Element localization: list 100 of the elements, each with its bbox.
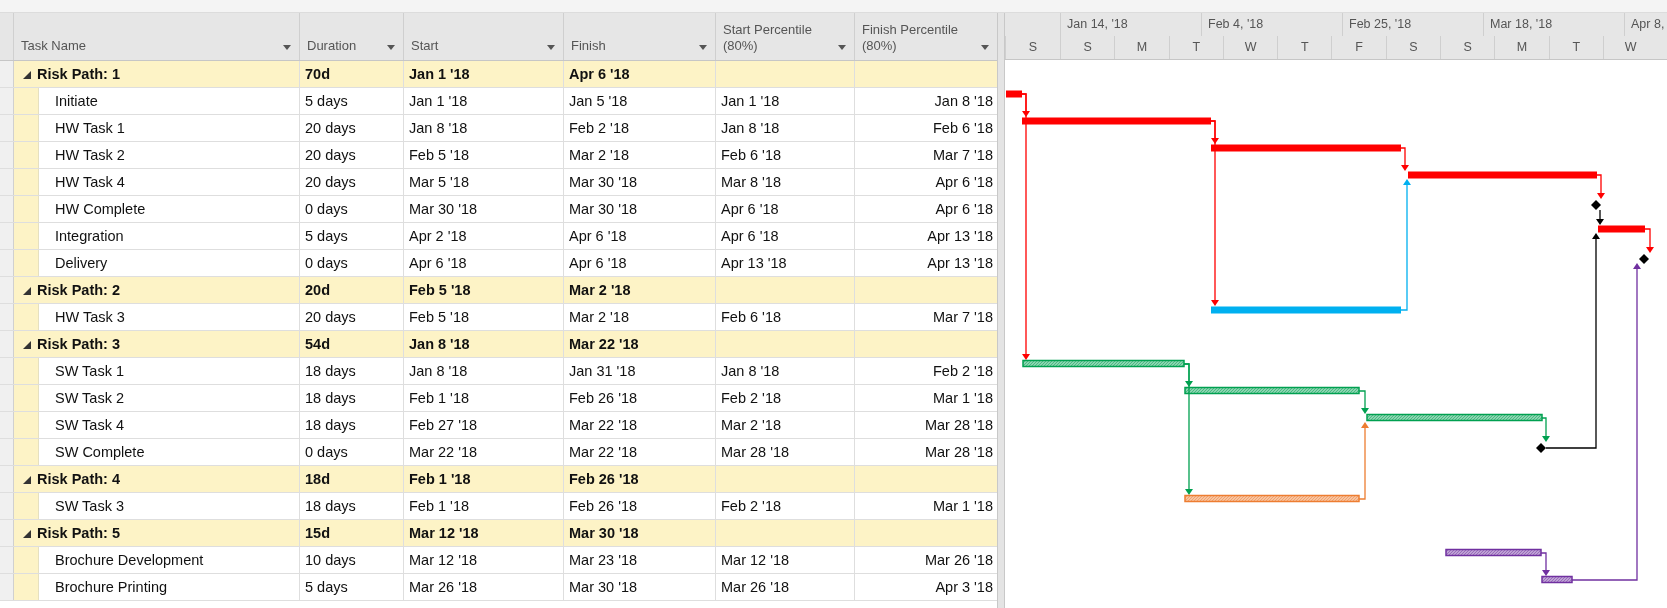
- task-row[interactable]: Brochure Development 10 days Mar 12 '18 Mar 23 '18 Mar 12 '18 Mar 26 '18: [0, 547, 997, 574]
- task-bar[interactable]: [1541, 575, 1573, 584]
- row-header[interactable]: [0, 115, 14, 141]
- column-header[interactable]: Duration: [300, 13, 404, 60]
- task-name: SW Task 2: [55, 390, 125, 406]
- row-header[interactable]: [0, 250, 14, 276]
- task-row[interactable]: SW Task 4 18 days Feb 27 '18 Mar 22 '18 Mar 2 '18 Mar 28 '18: [0, 412, 997, 439]
- summary-row[interactable]: Risk Path: 5 15d Mar 12 '18 Mar 30 '18: [0, 520, 997, 547]
- task-row[interactable]: Delivery 0 days Apr 6 '18 Apr 6 '18 Apr 13 '18 Apr 13 '18: [0, 250, 997, 277]
- row-header[interactable]: [0, 142, 14, 168]
- table-cell: 70d: [300, 61, 404, 87]
- task-row[interactable]: Initiate 5 days Jan 1 '18 Jan 5 '18 Jan 1 '18 Jan 8 '18: [0, 88, 997, 115]
- summary-row[interactable]: Risk Path: 4 18d Feb 1 '18 Feb 26 '18: [0, 466, 997, 493]
- table-cell: Feb 26 '18: [564, 493, 716, 519]
- timescale-day: F: [1331, 36, 1386, 59]
- dependency-arrow: [1644, 228, 1654, 253]
- task-row[interactable]: HW Complete 0 days Mar 30 '18 Mar 30 '18 Apr 6 '18 Apr 6 '18: [0, 196, 997, 223]
- task-row[interactable]: HW Task 3 20 days Feb 5 '18 Mar 2 '18 Feb 6 '18 Mar 7 '18: [0, 304, 997, 331]
- task-row[interactable]: Integration 5 days Apr 2 '18 Apr 6 '18 Apr 6 '18 Apr 13 '18: [0, 223, 997, 250]
- task-row[interactable]: SW Complete 0 days Mar 22 '18 Mar 22 '18 Mar 28 '18 Mar 28 '18: [0, 439, 997, 466]
- dependency-arrow: [1596, 209, 1604, 225]
- column-header[interactable]: Start: [404, 13, 564, 60]
- milestone-icon[interactable]: [1536, 443, 1546, 453]
- column-header[interactable]: Finish: [564, 13, 716, 60]
- row-header[interactable]: [0, 493, 14, 519]
- timescale-day: S: [1440, 36, 1495, 59]
- table-cell: Feb 1 '18: [404, 466, 564, 492]
- caret-icon: [838, 45, 846, 50]
- row-header[interactable]: [0, 277, 14, 303]
- task-bar[interactable]: [1445, 548, 1542, 557]
- row-header[interactable]: [0, 88, 14, 114]
- table-cell: Jan 1 '18: [404, 88, 564, 114]
- timescale-label: Feb 25, '18: [1342, 13, 1483, 36]
- task-bar[interactable]: [1184, 386, 1360, 395]
- dependency-arrow: [1400, 147, 1409, 171]
- timescale-label: Mar 18, '18: [1483, 13, 1624, 36]
- table-cell: Feb 2 '18: [716, 493, 855, 519]
- row-header[interactable]: [0, 358, 14, 384]
- task-row[interactable]: HW Task 1 20 days Jan 8 '18 Feb 2 '18 Jan 8 '18 Feb 6 '18: [0, 115, 997, 142]
- caret-icon: [387, 45, 395, 50]
- pane-splitter[interactable]: [997, 13, 1005, 608]
- row-header[interactable]: [0, 196, 14, 222]
- task-row[interactable]: HW Task 2 20 days Feb 5 '18 Mar 2 '18 Feb 6 '18 Mar 7 '18: [0, 142, 997, 169]
- table-cell: Jan 31 '18: [564, 358, 716, 384]
- row-header[interactable]: [0, 466, 14, 492]
- dependency-arrow: [1596, 174, 1605, 199]
- summary-row[interactable]: Risk Path: 2 20d Feb 5 '18 Mar 2 '18: [0, 277, 997, 304]
- task-bar[interactable]: [1366, 413, 1543, 422]
- summary-row[interactable]: Risk Path: 1 70d Jan 1 '18 Apr 6 '18: [0, 61, 997, 88]
- column-header[interactable]: Start Percentile (80%): [716, 13, 855, 60]
- collapse-toggle-icon[interactable]: [22, 285, 31, 295]
- row-header[interactable]: [0, 520, 14, 546]
- row-header[interactable]: [0, 385, 14, 411]
- table-cell: Feb 6 '18: [716, 142, 855, 168]
- table-cell: Feb 1 '18: [404, 493, 564, 519]
- timescale-day: S: [1060, 36, 1115, 59]
- row-header[interactable]: [0, 331, 14, 357]
- table-cell: Mar 12 '18: [404, 547, 564, 573]
- task-row[interactable]: SW Task 1 18 days Jan 8 '18 Jan 31 '18 Jan 8 '18 Feb 2 '18: [0, 358, 997, 385]
- table-cell: Mar 8 '18: [716, 169, 855, 195]
- row-header[interactable]: [0, 304, 14, 330]
- table-cell: 5 days: [300, 223, 404, 249]
- indicator-cell: [14, 196, 39, 222]
- column-header[interactable]: Task Name: [14, 13, 300, 60]
- indicator-cell: [14, 547, 39, 573]
- milestone-icon[interactable]: [1639, 254, 1649, 264]
- milestone-icon[interactable]: [1591, 200, 1601, 210]
- row-header[interactable]: [0, 223, 14, 249]
- collapse-toggle-icon[interactable]: [22, 69, 31, 79]
- collapse-toggle-icon[interactable]: [22, 474, 31, 484]
- row-header[interactable]: [0, 547, 14, 573]
- row-header[interactable]: [0, 412, 14, 438]
- table-cell: 20 days: [300, 142, 404, 168]
- task-bar[interactable]: [1184, 494, 1360, 503]
- summary-row[interactable]: Risk Path: 3 54d Jan 8 '18 Mar 22 '18: [0, 331, 997, 358]
- row-header[interactable]: [0, 169, 14, 195]
- row-header[interactable]: [0, 439, 14, 465]
- row-header[interactable]: [0, 574, 14, 600]
- caret-icon: [981, 45, 989, 50]
- task-name: Integration: [55, 228, 124, 244]
- table-cell: Mar 12 '18: [716, 547, 855, 573]
- row-header[interactable]: [0, 61, 14, 87]
- table-cell: Feb 26 '18: [564, 466, 716, 492]
- table-cell: Mar 5 '18: [404, 169, 564, 195]
- indicator-cell: [14, 304, 39, 330]
- timescale-day: S: [1385, 36, 1441, 59]
- table-cell: Mar 22 '18: [404, 439, 564, 465]
- task-row[interactable]: SW Task 3 18 days Feb 1 '18 Feb 26 '18 Feb 2 '18 Mar 1 '18: [0, 493, 997, 520]
- task-row[interactable]: HW Task 4 20 days Mar 5 '18 Mar 30 '18 Mar 8 '18 Apr 6 '18: [0, 169, 997, 196]
- table-cell: 20 days: [300, 304, 404, 330]
- collapse-toggle-icon[interactable]: [22, 339, 31, 349]
- task-row[interactable]: Brochure Printing 5 days Mar 26 '18 Mar 30 '18 Mar 26 '18 Apr 3 '18: [0, 574, 997, 601]
- summary-task-name: Risk Path: 2: [37, 282, 120, 298]
- timescale-day: S: [1005, 36, 1060, 59]
- task-row[interactable]: SW Task 2 18 days Feb 1 '18 Feb 26 '18 Feb 2 '18 Mar 1 '18: [0, 385, 997, 412]
- task-name: HW Task 4: [55, 174, 125, 190]
- task-bar[interactable]: [1022, 359, 1185, 368]
- collapse-toggle-icon[interactable]: [22, 528, 31, 538]
- summary-task-name: Risk Path: 5: [37, 525, 120, 541]
- task-name: SW Task 3: [55, 498, 125, 514]
